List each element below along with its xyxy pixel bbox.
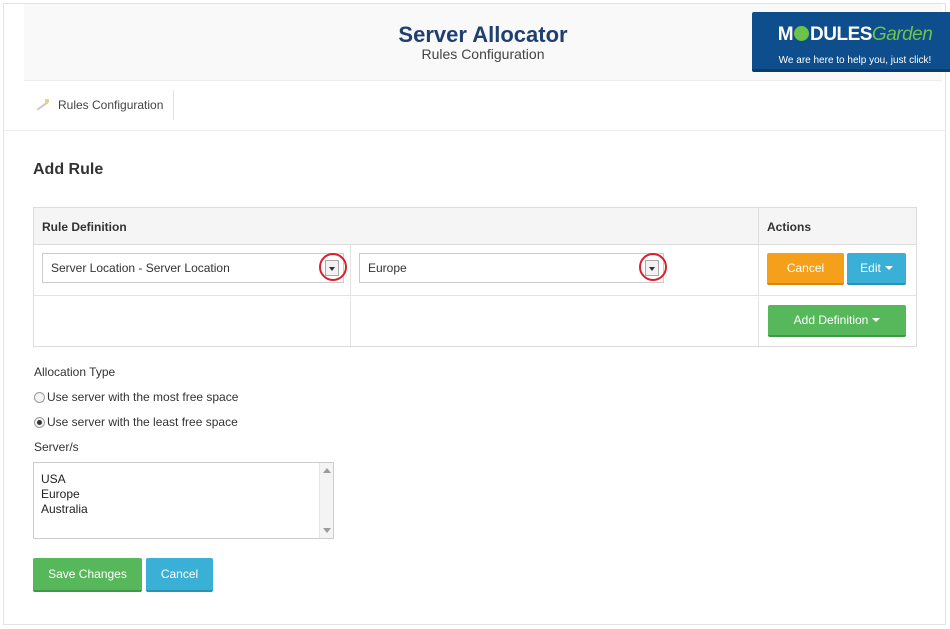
radio-least-free-space[interactable]: Use server with the least free space	[34, 415, 238, 429]
row-edit-label: Edit	[860, 261, 881, 275]
nav-divider	[4, 130, 945, 131]
nav-tab-rules-configuration[interactable]: Rules Configuration	[24, 90, 175, 120]
servers-label: Server/s	[34, 440, 79, 454]
rule-definition-value: Server Location - Server Location	[51, 261, 230, 275]
add-definition-button[interactable]: Add Definition	[768, 305, 906, 337]
radio-button[interactable]	[34, 391, 45, 403]
cancel-button[interactable]: Cancel	[146, 558, 213, 592]
value-cell: Europe	[351, 245, 759, 295]
row-cancel-button[interactable]: Cancel	[767, 253, 844, 285]
nav-label: Rules Configuration	[58, 98, 164, 112]
row-cancel-label: Cancel	[786, 261, 825, 275]
allocation-type-label: Allocation Type	[34, 365, 116, 379]
logo-text-dules: DULES	[810, 24, 872, 45]
logo-wordmark: M DULESGarden	[752, 24, 950, 46]
section-title: Add Rule	[33, 161, 104, 178]
rule-table: Rule Definition Actions Server Location …	[33, 207, 917, 347]
row-edit-button[interactable]: Edit	[847, 253, 906, 285]
logo-globe-icon	[794, 26, 810, 41]
magic-wand-icon	[34, 97, 50, 113]
save-changes-button[interactable]: Save Changes	[33, 558, 142, 592]
table-row: Add Definition	[34, 297, 916, 346]
save-changes-label: Save Changes	[48, 567, 127, 581]
add-definition-label: Add Definition	[793, 313, 869, 327]
radio-most-free-space[interactable]: Use server with the most free space	[34, 390, 238, 404]
listbox-scrollbar[interactable]	[319, 463, 333, 538]
modulesgarden-logo[interactable]: M DULESGarden We are here to help you, ju…	[752, 12, 950, 72]
table-row: Server Location - Server Location Europe…	[34, 245, 916, 296]
page-header: Server Allocator Rules Configuration M DU…	[24, 4, 950, 81]
caret-down-icon	[884, 266, 893, 270]
radio-label: Use server with the most free space	[47, 390, 239, 404]
list-item[interactable]: Europe	[41, 487, 80, 501]
highlight-circle	[319, 253, 347, 281]
column-header-rule-definition: Rule Definition	[34, 208, 759, 245]
radio-label: Use server with the least free space	[47, 415, 238, 429]
scroll-down-icon[interactable]	[323, 528, 331, 533]
column-header-actions: Actions	[759, 208, 916, 245]
logo-letter-m: M	[777, 24, 794, 45]
radio-button-checked[interactable]	[34, 416, 45, 428]
actions-cell: Cancel Edit	[759, 245, 916, 295]
logo-tagline: We are here to help you, just click!	[778, 55, 932, 66]
list-item[interactable]: Australia	[41, 502, 88, 516]
caret-down-icon	[872, 318, 881, 322]
rule-value-select[interactable]: Europe	[359, 253, 667, 283]
empty-cell	[351, 297, 759, 346]
rule-value-text: Europe	[368, 261, 407, 275]
rule-definition-select[interactable]: Server Location - Server Location	[42, 253, 347, 283]
servers-listbox[interactable]: USA Europe Australia	[33, 462, 334, 539]
definition-cell: Server Location - Server Location	[34, 245, 351, 295]
logo-text-garden: Garden	[871, 24, 933, 45]
list-item[interactable]: USA	[41, 472, 66, 486]
highlight-circle	[639, 253, 667, 281]
scroll-up-icon[interactable]	[323, 468, 331, 473]
actions-cell: Add Definition	[759, 297, 916, 346]
cancel-label: Cancel	[160, 567, 199, 581]
empty-cell	[34, 297, 351, 346]
page-frame: Server Allocator Rules Configuration M DU…	[3, 3, 950, 625]
